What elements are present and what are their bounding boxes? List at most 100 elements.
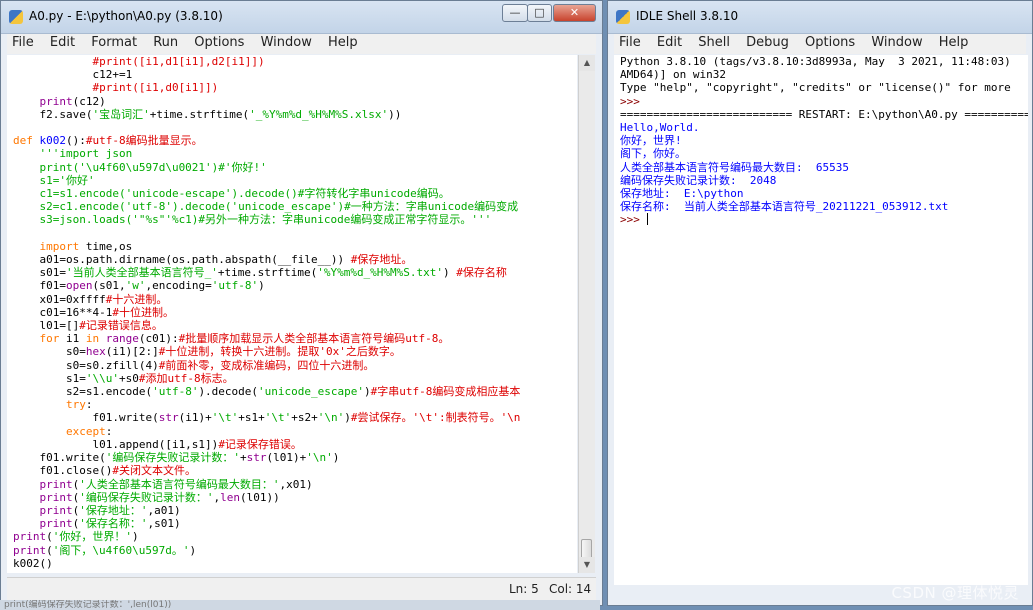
editor-titlebar[interactable]: A0.py - E:\python\A0.py (3.8.10) — □ ✕ (1, 1, 602, 34)
code-line[interactable]: print('阁下，\u4f60\u597d。') (13, 544, 577, 557)
shell-titlebar[interactable]: IDLE Shell 3.8.10 (608, 1, 1032, 34)
code-line[interactable]: s1='你好' (13, 174, 577, 187)
code-line[interactable]: try: (13, 398, 577, 411)
code-editor[interactable]: #print([i1,d1[i1],d2[i1]]) c12+=1 #print… (7, 55, 577, 573)
shell-menu-options[interactable]: Options (800, 34, 860, 51)
code-token: ) (332, 451, 340, 465)
code-line[interactable]: s0=s0.zfill(4)#前面补零，变成标准编码，四位十六进制。 (13, 359, 577, 372)
shell-line: 编码保存失败记录计数: 2048 (620, 174, 1028, 187)
code-token: (c01): (138, 332, 179, 346)
code-line[interactable]: s2=c1.encode('utf-8').decode('unicode_es… (13, 200, 577, 213)
code-line[interactable]: c01=16**4-1#十位进制。 (13, 306, 577, 319)
code-line[interactable]: f01.write(str(i1)+'\t'+s1+'\t'+s2+'\n')#… (13, 411, 577, 424)
code-line[interactable]: l01.append([i1,s1])#记录保存错误。 (13, 438, 577, 451)
code-token: '宝岛词汇' (92, 107, 150, 121)
code-line[interactable]: s1='\\u'+s0#添加utf-8标志。 (13, 372, 577, 385)
code-line[interactable]: f01=open(s01,'w',encoding='utf-8') (13, 279, 577, 292)
editor-vertical-scrollbar[interactable]: ▲ ▼ (578, 55, 595, 573)
code-token: #十六进制。 (105, 292, 168, 306)
menu-format[interactable]: Format (86, 34, 142, 51)
shell-menu-window[interactable]: Window (866, 34, 927, 51)
code-token: try (13, 398, 86, 412)
code-token: '''import json (13, 147, 133, 161)
code-line[interactable]: print('保存地址：',a01) (13, 504, 577, 517)
shell-output[interactable]: Python 3.8.10 (tags/v3.8.10:3d8993a, May… (614, 55, 1028, 585)
shell-menu-help[interactable]: Help (934, 34, 974, 51)
code-line[interactable]: '''import json (13, 147, 577, 160)
code-line[interactable]: a01=os.path.dirname(os.path.abspath(__fi… (13, 253, 577, 266)
code-line[interactable]: f01.write('编码保存失败记录计数：'+str(l01)+'\n') (13, 451, 577, 464)
code-line[interactable]: print(c12) (13, 95, 577, 108)
shell-text[interactable]: Python 3.8.10 (tags/v3.8.10:3d8993a, May… (614, 55, 1028, 227)
code-line[interactable]: except: (13, 425, 577, 438)
code-line[interactable]: s01='当前人类全部基本语言符号_'+time.strftime('%Y%m%… (13, 266, 577, 279)
code-line[interactable]: c12+=1 (13, 68, 577, 81)
code-line[interactable]: f2.save('宝岛词汇'+time.strftime('_%Y%m%d_%H… (13, 108, 577, 121)
menu-options[interactable]: Options (189, 34, 249, 51)
shell-menu-shell[interactable]: Shell (693, 34, 735, 51)
code-token: +s2+ (291, 411, 318, 425)
code-token: '\n' (306, 451, 333, 465)
code-line[interactable]: for i1 in range(c01):#批量顺序加载显示人类全部基本语言符号… (13, 332, 577, 345)
code-token: )) (388, 107, 402, 121)
code-line[interactable]: print('保存名称：',s01) (13, 517, 577, 530)
code-token: ) (344, 411, 351, 425)
code-line[interactable]: print('人类全部基本语言符号编码最大数目：',x01) (13, 478, 577, 491)
code-text[interactable]: #print([i1,d1[i1],d2[i1]]) c12+=1 #print… (7, 55, 577, 570)
code-line[interactable] (13, 121, 577, 134)
code-line[interactable]: import time,os (13, 240, 577, 253)
shell-text-run: >>> (620, 94, 647, 108)
code-token: '编码保存失败记录计数：' (79, 490, 214, 504)
code-token: #保存地址。 (350, 253, 413, 267)
scrollbar-thumb[interactable] (581, 539, 592, 559)
menu-edit[interactable]: Edit (45, 34, 80, 51)
code-token: open (65, 279, 93, 293)
code-line[interactable] (13, 227, 577, 240)
code-token: range (105, 332, 139, 346)
idle-icon (616, 10, 630, 24)
menu-run[interactable]: Run (148, 34, 183, 51)
code-token: +s0 (118, 371, 139, 385)
shell-line: >>> (620, 95, 1028, 108)
code-line[interactable]: f01.close()#关闭文本文件。 (13, 464, 577, 477)
shell-menu-edit[interactable]: Edit (652, 34, 687, 51)
code-line[interactable]: print('你好，世界！') (13, 530, 577, 543)
code-token: (c12) (72, 94, 106, 108)
code-line[interactable]: print('编码保存失败记录计数：',len(l01)) (13, 491, 577, 504)
menu-window[interactable]: Window (256, 34, 317, 51)
code-line[interactable]: #print([i1,d1[i1],d2[i1]]) (13, 55, 577, 68)
code-line[interactable]: #print([i1,d0[i1]]) (13, 81, 577, 94)
code-line[interactable]: l01=[]#记录错误信息。 (13, 319, 577, 332)
code-token: 'utf-8' (211, 279, 259, 293)
menu-file[interactable]: File (7, 34, 39, 51)
code-line[interactable]: c1=s1.encode('unicode-escape').decode()#… (13, 187, 577, 200)
shell-line: ========================== RESTART: E:\p… (620, 108, 1028, 121)
maximize-button[interactable]: □ (527, 4, 552, 22)
code-token: for (13, 332, 60, 346)
scroll-up-arrow-icon[interactable]: ▲ (579, 55, 595, 71)
code-line[interactable]: def k002():#utf-8编码批量显示。 (13, 134, 577, 147)
code-token: +time.strftime( (217, 266, 318, 280)
code-line[interactable]: print('\u4f60\u597d\u0021')#'你好!' (13, 161, 577, 174)
code-token: l01.append([i1,s1]) (13, 437, 219, 451)
code-line[interactable]: x01=0xffff#十六进制。 (13, 293, 577, 306)
code-line[interactable]: k002() (13, 557, 577, 570)
code-line[interactable]: s2=s1.encode('utf-8').decode('unicode_es… (13, 385, 577, 398)
shell-menu-debug[interactable]: Debug (741, 34, 794, 51)
minimize-button[interactable]: — (502, 4, 528, 22)
code-token: c1=s1.encode('unicode-escape').decode()#… (13, 187, 450, 201)
shell-text-run: Python 3.8.10 (tags/v3.8.10:3d8993a, May… (620, 55, 1011, 68)
shell-line: 人类全部基本语言符号编码最大数目: 65535 (620, 161, 1028, 174)
code-token: ) (258, 279, 265, 293)
code-line[interactable]: s3=json.loads('"%s"'%c1)#另外一种方法：字串unicod… (13, 213, 577, 226)
scroll-down-arrow-icon[interactable]: ▼ (579, 557, 595, 573)
shell-menu-file[interactable]: File (614, 34, 646, 51)
code-token: ( (46, 543, 53, 557)
close-button[interactable]: ✕ (553, 4, 596, 22)
code-token: : (105, 424, 113, 438)
code-line[interactable]: s0=hex(i1)[2:]#十位进制，转换十六进制。提取'0x'之后数字。 (13, 345, 577, 358)
shell-line: Hello,World. (620, 121, 1028, 134)
menu-help[interactable]: Help (323, 34, 363, 51)
code-token: print (13, 477, 73, 491)
shell-text-run: ========================== RESTART: E:\p… (620, 107, 1028, 121)
